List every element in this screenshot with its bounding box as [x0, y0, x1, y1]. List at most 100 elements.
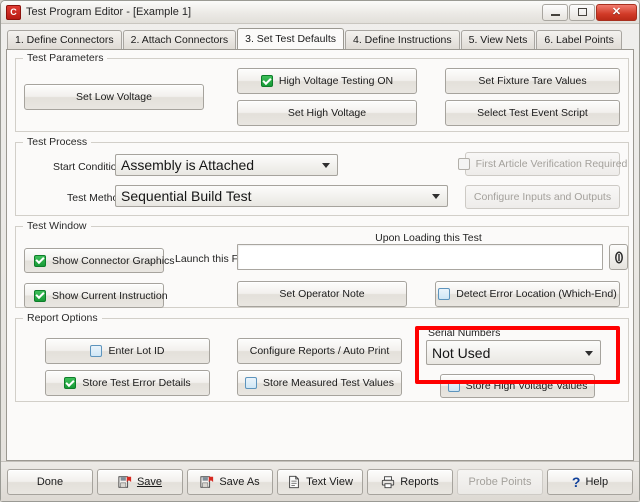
show-current-instruction-button[interactable]: Show Current Instruction	[24, 283, 168, 308]
serial-numbers-label: Serial Numbers	[428, 327, 501, 339]
done-button[interactable]: Done	[7, 468, 93, 495]
save-button[interactable]: Save	[97, 468, 183, 495]
group-legend-report-options: Report Options	[23, 312, 102, 324]
set-low-voltage-button[interactable]: Set Low Voltage	[24, 84, 204, 110]
button-label: Set High Voltage	[287, 107, 367, 119]
set-fixture-tare-values-button[interactable]: Set Fixture Tare Values	[445, 68, 620, 94]
launch-file-input[interactable]	[237, 244, 603, 270]
probe-points-button[interactable]: Probe Points	[457, 468, 543, 495]
start-condition-select[interactable]: Assembly is Attached	[115, 154, 338, 176]
checkbox-checked-icon	[260, 75, 273, 87]
button-label: Store Measured Test Values	[263, 377, 394, 389]
button-label: Configure Reports / Auto Print	[249, 345, 390, 357]
bottom-toolbar: Done Save Save As Text View Reports Prob…	[1, 461, 639, 501]
set-high-voltage-button[interactable]: Set High Voltage	[237, 100, 417, 126]
group-test-parameters: Test Parameters Set Low Voltage High Vol…	[15, 52, 629, 132]
tab-strip: 1. Define Connectors 2. Attach Connector…	[1, 24, 639, 49]
checkbox-checked-icon	[34, 289, 46, 302]
group-legend-test-parameters: Test Parameters	[23, 52, 108, 64]
checkbox-checked-icon	[34, 254, 46, 267]
button-label: First Article Verification Required	[475, 158, 628, 170]
tab-set-test-defaults[interactable]: 3. Set Test Defaults	[237, 28, 344, 49]
chevron-down-icon	[322, 163, 330, 168]
minimize-icon	[550, 14, 560, 16]
start-condition-label: Start Condition	[53, 161, 123, 173]
button-label: Set Operator Note	[279, 288, 365, 300]
done-label: Done	[36, 475, 64, 488]
reports-label: Reports	[400, 475, 439, 488]
serial-numbers-value: Not Used	[432, 344, 491, 361]
save-as-button[interactable]: Save As	[187, 468, 273, 495]
enter-lot-id-button[interactable]: Enter Lot ID	[45, 338, 210, 364]
title-bar: C Test Program Editor - [Example 1] ✕	[1, 1, 639, 24]
checkbox-unchecked-icon	[245, 377, 258, 389]
tab-define-connectors[interactable]: 1. Define Connectors	[7, 30, 122, 49]
store-high-voltage-values-button[interactable]: Store High Voltage Values	[440, 374, 595, 398]
store-measured-test-values-button[interactable]: Store Measured Test Values	[237, 370, 402, 396]
group-report-options: Report Options Enter Lot ID Configure Re…	[15, 312, 629, 402]
checkbox-unchecked-icon	[457, 158, 470, 170]
test-method-select[interactable]: Sequential Build Test	[115, 185, 448, 207]
window-controls: ✕	[542, 3, 637, 21]
help-label: Help	[585, 475, 609, 488]
save-as-icon	[200, 475, 214, 488]
tab-define-instructions[interactable]: 4. Define Instructions	[344, 30, 460, 49]
button-label: Store Test Error Details	[82, 377, 191, 389]
test-method-value: Sequential Build Test	[121, 188, 252, 204]
button-label: Set Low Voltage	[76, 91, 152, 103]
help-button[interactable]: ? Help	[547, 468, 633, 495]
chevron-down-icon	[585, 350, 593, 356]
show-connector-graphics-button[interactable]: Show Connector Graphics	[24, 248, 175, 273]
document-icon	[289, 475, 299, 488]
reports-button[interactable]: Reports	[367, 468, 453, 495]
save-text: Save	[136, 475, 163, 488]
probe-points-label: Probe Points	[468, 475, 532, 488]
question-icon: ?	[571, 473, 581, 490]
group-legend-test-process: Test Process	[23, 136, 92, 148]
start-condition-value: Assembly is Attached	[121, 157, 255, 173]
button-label: Configure Inputs and Outputs	[473, 191, 612, 203]
chevron-down-icon	[432, 194, 440, 199]
select-test-event-script-button[interactable]: Select Test Event Script	[445, 100, 620, 126]
group-legend-test-window: Test Window	[23, 220, 91, 232]
group-test-process: Test Process Start Condition Assembly is…	[15, 136, 629, 216]
upon-loading-this-test-label: Upon Loading this Test	[375, 232, 482, 244]
store-test-error-details-button[interactable]: Store Test Error Details	[45, 370, 210, 396]
tab-label-points[interactable]: 6. Label Points	[536, 30, 622, 49]
save-label: Save	[137, 476, 162, 488]
checkbox-unchecked-icon	[447, 380, 460, 392]
set-operator-note-button[interactable]: Set Operator Note	[237, 281, 407, 307]
serial-numbers-select[interactable]: Not Used	[426, 340, 601, 365]
save-icon	[118, 475, 132, 488]
minimize-button[interactable]	[542, 3, 568, 21]
checkbox-unchecked-icon	[438, 288, 451, 300]
button-label: Select Test Event Script	[477, 107, 588, 119]
attachment-icon	[614, 250, 623, 264]
text-view-button[interactable]: Text View	[277, 468, 363, 495]
high-voltage-testing-toggle-button[interactable]: High Voltage Testing ON	[237, 68, 417, 94]
group-test-window: Test Window Upon Loading this Test Show …	[15, 220, 629, 308]
button-label: Show Connector Graphics	[52, 254, 175, 267]
tab-view-nets[interactable]: 5. View Nets	[460, 30, 536, 49]
app-c-icon: C	[6, 4, 21, 20]
button-label: Set Fixture Tare Values	[478, 75, 587, 87]
configure-inputs-outputs-button[interactable]: Configure Inputs and Outputs	[465, 185, 620, 209]
text-view-label: Text View	[306, 475, 353, 488]
button-label: Show Current Instruction	[52, 289, 168, 302]
maximize-icon	[577, 8, 587, 16]
attachment-browse-button[interactable]	[609, 244, 628, 270]
tab-panel: Test Parameters Set Low Voltage High Vol…	[6, 49, 634, 461]
checkbox-checked-icon	[64, 377, 77, 389]
checkbox-unchecked-icon	[90, 345, 103, 357]
button-label: Enter Lot ID	[108, 345, 165, 357]
configure-reports-auto-print-button[interactable]: Configure Reports / Auto Print	[237, 338, 402, 364]
close-button[interactable]: ✕	[596, 3, 637, 21]
window-title: Test Program Editor - [Example 1]	[26, 6, 192, 18]
application-window: C Test Program Editor - [Example 1] ✕ 1.…	[0, 0, 640, 502]
first-article-verification-button[interactable]: First Article Verification Required	[457, 152, 627, 176]
button-label: High Voltage Testing ON	[278, 75, 394, 87]
maximize-button[interactable]	[569, 3, 595, 21]
tab-attach-connectors[interactable]: 2. Attach Connectors	[122, 30, 237, 49]
save-as-label: Save As	[219, 475, 260, 488]
detect-error-location-button[interactable]: Detect Error Location (Which-End)	[435, 281, 620, 307]
